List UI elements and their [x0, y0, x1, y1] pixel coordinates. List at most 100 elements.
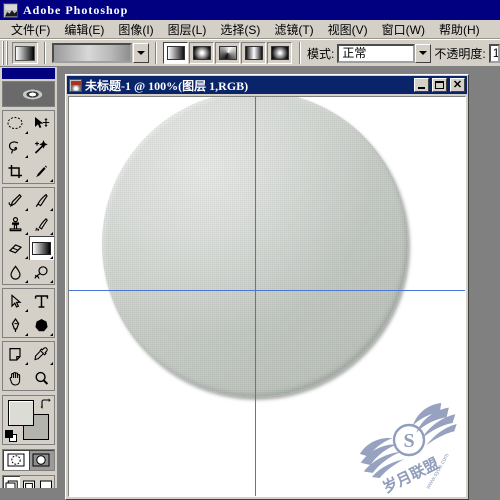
tool-flyout-indicator [50, 232, 53, 235]
notes-tool[interactable] [3, 342, 29, 366]
opacity-label: 不透明度: [434, 46, 486, 61]
tool-flyout-indicator [24, 256, 28, 259]
reflected-gradient-icon [244, 46, 263, 60]
options-separator-2 [155, 42, 157, 64]
options-separator-3 [299, 42, 301, 64]
gradient-tool-icon [31, 241, 51, 255]
healing-brush-tool[interactable] [3, 188, 29, 212]
slice-tool[interactable] [28, 159, 54, 183]
magic-wand-tool[interactable] [28, 135, 54, 159]
options-bar: 模式: 正常 不透明度: 100 [0, 39, 500, 67]
angle-gradient-button[interactable] [215, 42, 240, 64]
tool-flyout-indicator [24, 280, 28, 283]
eraser-tool[interactable] [3, 236, 29, 260]
toolbox-titlebar[interactable] [2, 68, 55, 79]
linear-gradient-button[interactable] [163, 42, 188, 64]
horizontal-guide[interactable] [69, 290, 465, 291]
tool-flyout-indicator [50, 256, 53, 259]
diamond-gradient-button[interactable] [267, 42, 292, 64]
menu-layer[interactable]: 图层(L) [161, 19, 214, 40]
paintbrush-tool[interactable] [28, 188, 54, 212]
lasso-tool[interactable] [3, 135, 29, 159]
doc-maximize-button[interactable] [432, 78, 447, 92]
document-title: 未标题-1 @ 100%(图层 1,RGB) [85, 78, 249, 93]
desktop-background-bottom [0, 488, 65, 500]
menu-help[interactable]: 帮助(H) [432, 19, 487, 40]
site-watermark: S 岁月联盟 www.syue.com [359, 402, 457, 496]
foreground-color-swatch[interactable] [8, 400, 34, 426]
watermark-brand: 岁月联盟 [380, 454, 442, 496]
document-canvas-area[interactable]: S 岁月联盟 www.syue.com [68, 96, 466, 497]
dodge-tool[interactable] [28, 260, 54, 284]
doc-minimize-button[interactable] [414, 78, 429, 92]
gradient-type-buttons [163, 42, 293, 64]
tool-flyout-indicator [24, 179, 28, 182]
menu-select[interactable]: 选择(S) [213, 19, 267, 40]
gradient-preset-dropdown-button[interactable] [133, 43, 149, 63]
options-bar-grip[interactable] [2, 41, 9, 65]
pen-tool[interactable] [3, 313, 29, 337]
tool-flyout-indicator [24, 208, 28, 211]
tool-flyout-indicator [24, 131, 28, 134]
standard-mode-button[interactable] [3, 450, 29, 470]
toolbox-group-selection [2, 110, 55, 184]
desktop-background-right [469, 67, 500, 500]
doc-close-button[interactable]: ✕ [450, 78, 465, 92]
reflected-gradient-button[interactable] [241, 42, 266, 64]
toolbox-group-painting [2, 187, 55, 285]
default-colors-icon[interactable] [5, 430, 17, 442]
crop-tool[interactable] [3, 159, 29, 183]
tool-flyout-indicator [50, 280, 53, 283]
zoom-tool[interactable] [28, 366, 54, 390]
elliptical-marquee-tool[interactable] [3, 111, 29, 135]
quick-mask-mode-button[interactable] [28, 450, 54, 470]
tool-flyout-indicator [24, 232, 28, 235]
vertical-guide[interactable] [255, 97, 256, 496]
canvas[interactable]: S 岁月联盟 www.syue.com [69, 97, 465, 496]
gradient-preset-preview[interactable] [52, 43, 132, 63]
document-titlebar[interactable]: 未标题-1 @ 100%(图层 1,RGB) ✕ [67, 76, 467, 94]
chevron-down-icon [419, 51, 428, 55]
menu-edit[interactable]: 编辑(E) [57, 19, 111, 40]
toolbox-group-utility [2, 341, 55, 391]
app-titlebar: Adobe Photoshop [0, 0, 500, 20]
active-tool-thumbnail[interactable] [12, 42, 38, 64]
tool-flyout-indicator [24, 309, 28, 312]
opacity-input[interactable]: 100 [488, 43, 500, 63]
toolbox-group-vector [2, 288, 55, 338]
blend-mode-dropdown-button[interactable] [415, 43, 432, 63]
photoshop-eye-logo [2, 81, 55, 107]
toolbox-palette [0, 67, 58, 497]
menu-file[interactable]: 文件(F) [4, 19, 57, 40]
move-tool[interactable] [28, 111, 54, 135]
chevron-down-icon [137, 51, 145, 55]
path-selection-tool[interactable] [3, 289, 29, 313]
shape-tool[interactable] [28, 313, 54, 337]
tool-flyout-indicator [24, 155, 28, 158]
tool-flyout-indicator [50, 333, 53, 336]
blend-mode-value[interactable]: 正常 [337, 43, 416, 63]
tool-flyout-indicator [50, 208, 53, 211]
blur-tool[interactable] [3, 260, 29, 284]
swap-colors-icon[interactable] [40, 398, 51, 409]
menu-filter[interactable]: 滤镜(T) [267, 19, 320, 40]
menu-image[interactable]: 图像(I) [111, 19, 160, 40]
tool-flyout-indicator [50, 362, 53, 365]
angle-gradient-icon [218, 46, 237, 60]
radial-gradient-button[interactable] [189, 42, 214, 64]
gradient-tool[interactable] [28, 236, 54, 260]
hand-tool[interactable] [3, 366, 29, 390]
type-tool[interactable] [28, 289, 54, 313]
history-brush-tool[interactable] [28, 212, 54, 236]
blend-mode-select[interactable]: 正常 [337, 43, 432, 63]
diamond-gradient-icon [270, 46, 289, 60]
tool-flyout-indicator [50, 179, 53, 182]
mask-mode-buttons [2, 449, 55, 471]
menu-view[interactable]: 视图(V) [321, 19, 375, 40]
tool-flyout-indicator [24, 333, 28, 336]
menu-window[interactable]: 窗口(W) [375, 19, 432, 40]
gradient-tool-icon [15, 45, 35, 61]
stamp-tool[interactable] [3, 212, 29, 236]
eyedropper-tool[interactable] [28, 342, 54, 366]
gradient-preset-picker[interactable] [52, 43, 149, 63]
